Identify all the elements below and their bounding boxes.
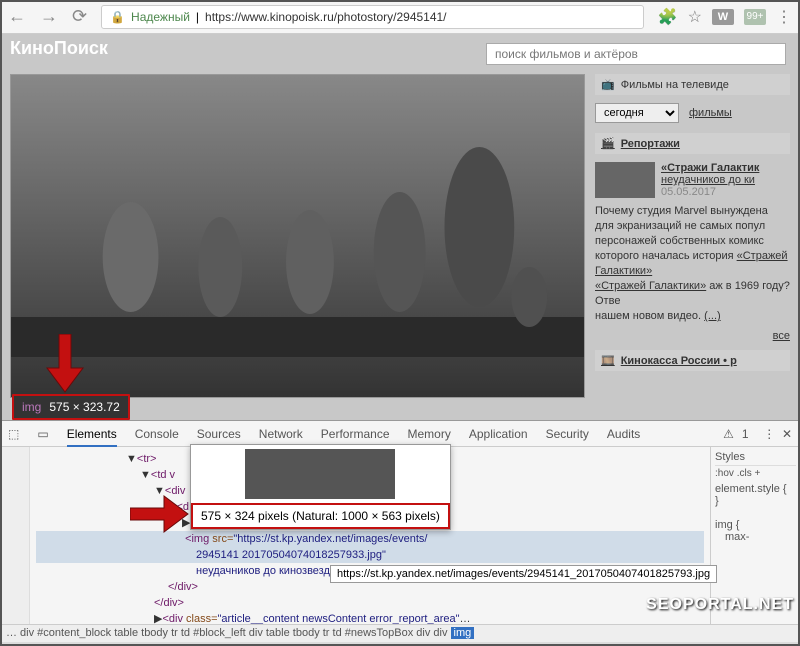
report-text: Почему студия Marvel вынуждена для экран… — [595, 204, 790, 324]
tab-security[interactable]: Security — [546, 427, 589, 441]
page-content: КиноПоиск поиск фильмов и актёров 📺 Филь… — [0, 34, 800, 420]
tab-console[interactable]: Console — [135, 427, 179, 441]
reload-icon[interactable]: ⟳ — [72, 6, 87, 27]
kinokassa-header: 🎞️ Кинокасса России • р — [595, 350, 790, 371]
tab-network[interactable]: Network — [259, 427, 303, 441]
report-thumbnail[interactable] — [595, 162, 655, 198]
browser-toolbar: ← → ⟳ 🔒 Надежный | https://www.kinopoisk… — [0, 0, 800, 34]
breadcrumb[interactable]: … div #content_block table tbody tr td #… — [0, 624, 800, 642]
element-size-tooltip: img 575 × 323.72 — [12, 394, 130, 420]
main-image[interactable] — [10, 74, 585, 398]
film-icon: 🎞️ — [601, 354, 615, 367]
date-select[interactable]: сегодня — [595, 103, 679, 123]
reports-header: 🎬 Репортажи — [595, 133, 790, 154]
back-icon[interactable]: ← — [8, 6, 26, 27]
films-link[interactable]: фильмы — [689, 107, 732, 119]
secure-label: Надежный — [131, 10, 190, 24]
all-link[interactable]: все — [773, 330, 790, 342]
hover-dimensions: 575 × 324 pixels (Natural: 1000 × 563 pi… — [191, 503, 450, 529]
annotation-arrow-right — [130, 494, 190, 534]
search-input[interactable]: поиск фильмов и актёров — [486, 43, 786, 65]
badge-w[interactable]: W — [712, 9, 734, 25]
menu-icon[interactable]: ⋮ — [776, 7, 792, 27]
hover-thumbnail — [245, 449, 395, 499]
camera-icon: 🎬 — [601, 137, 615, 150]
star-icon[interactable]: ☆ — [688, 7, 702, 27]
tab-sources[interactable]: Sources — [197, 427, 241, 441]
tab-memory[interactable]: Memory — [408, 427, 451, 441]
url-tooltip: https://st.kp.yandex.net/images/events/2… — [330, 565, 717, 583]
tooltip-size: 575 × 323.72 — [49, 400, 119, 414]
separator: | — [196, 10, 199, 24]
kinokassa-label[interactable]: Кинокасса России • р — [621, 355, 737, 367]
tooltip-tag: img — [22, 400, 41, 414]
url-text: https://www.kinopoisk.ru/photostory/2945… — [205, 10, 446, 24]
tv-label[interactable]: Фильмы на телевиде — [621, 79, 729, 91]
address-bar[interactable]: 🔒 Надежный | https://www.kinopoisk.ru/ph… — [101, 5, 644, 29]
tv-icon: 📺 — [601, 78, 615, 91]
lock-icon: 🔒 — [110, 10, 125, 24]
tv-section: 📺 Фильмы на телевиде — [595, 74, 790, 95]
tab-audits[interactable]: Audits — [607, 427, 640, 441]
annotation-arrow-down — [45, 334, 85, 394]
badge-count[interactable]: 99+ — [744, 9, 766, 25]
tab-performance[interactable]: Performance — [321, 427, 390, 441]
watermark: SEOPORTAL.NET — [646, 596, 794, 614]
devtools-gutter — [0, 447, 30, 624]
inspect-icon[interactable]: ⬚ — [8, 427, 19, 441]
tab-application[interactable]: Application — [469, 427, 528, 441]
forward-icon[interactable]: → — [40, 6, 58, 27]
warnings[interactable]: ⚠ 1 ⋮ ✕ — [723, 427, 792, 441]
reports-label[interactable]: Репортажи — [621, 138, 680, 150]
more-link[interactable]: (...) — [704, 310, 721, 322]
image-hover-card: 575 × 324 pixels (Natural: 1000 × 563 pi… — [190, 444, 451, 530]
tab-elements[interactable]: Elements — [67, 427, 117, 447]
nav-buttons: ← → ⟳ — [8, 6, 87, 27]
device-icon[interactable]: ▭ — [37, 427, 48, 441]
extension-icons: 🧩 ☆ W 99+ ⋮ — [658, 7, 792, 27]
styles-header: Styles — [715, 451, 796, 466]
site-logo[interactable]: КиноПоиск — [10, 38, 108, 59]
extension-icon[interactable]: 🧩 — [658, 7, 678, 27]
sidebar: 📺 Фильмы на телевиде сегодня фильмы 🎬 Ре… — [595, 74, 790, 398]
